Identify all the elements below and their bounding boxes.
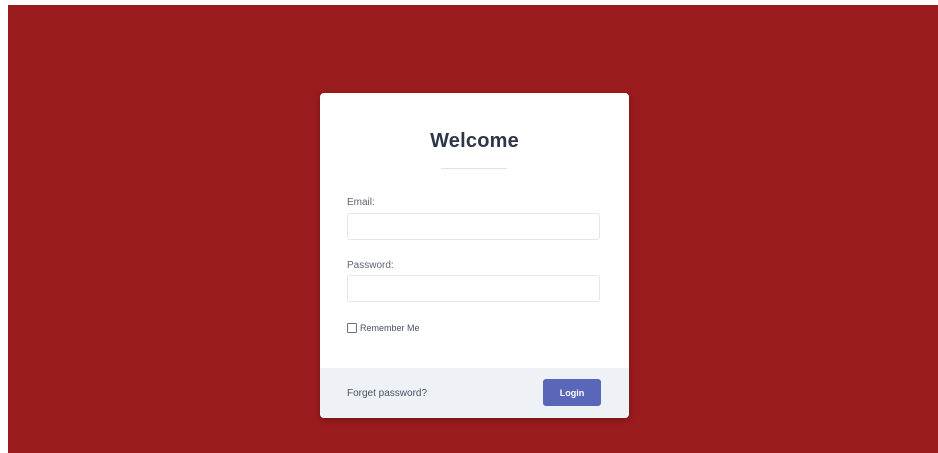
forgot-password-link[interactable]: Forget password?: [347, 388, 427, 399]
email-label: Email:: [347, 197, 375, 208]
password-label: Password:: [347, 260, 394, 271]
page-background: Welcome Email: Password: Remember Me For…: [8, 5, 938, 453]
title-divider: [441, 168, 507, 169]
password-field[interactable]: [347, 275, 600, 302]
remember-me-checkbox[interactable]: [347, 323, 357, 333]
login-button[interactable]: Login: [543, 379, 601, 406]
remember-me[interactable]: Remember Me: [347, 323, 420, 333]
page-title: Welcome: [430, 130, 519, 152]
card-footer: Forget password? Login: [320, 368, 629, 418]
email-field[interactable]: [347, 213, 600, 240]
remember-me-label[interactable]: Remember Me: [360, 323, 420, 333]
login-card: Welcome Email: Password: Remember Me For…: [320, 93, 629, 418]
